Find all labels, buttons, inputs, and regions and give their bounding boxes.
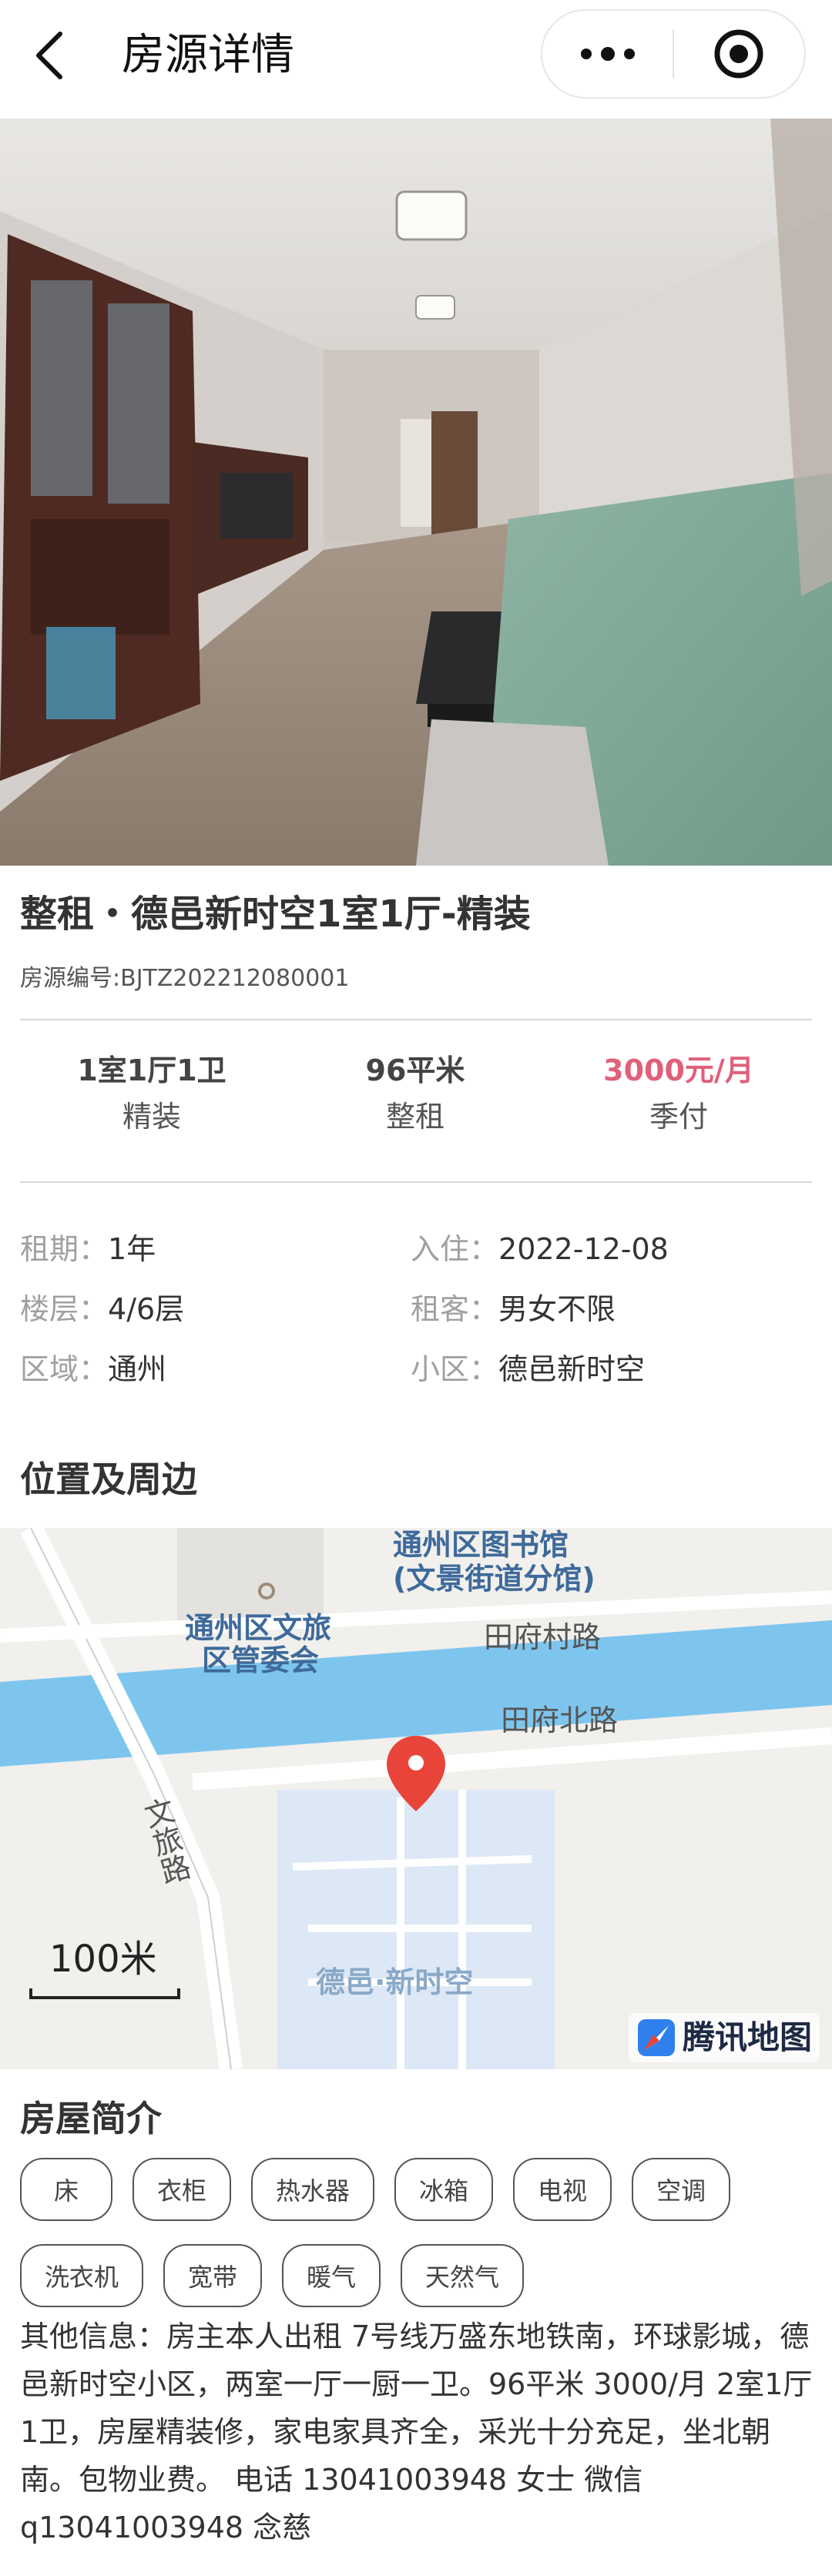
room-photo bbox=[0, 119, 832, 866]
amenity-tag: 热水器 bbox=[251, 2158, 375, 2221]
amenity-tags: 床衣柜 热水器 冰箱 电视 空调洗衣机 宽带 暖气 天然气 bbox=[20, 2158, 821, 2307]
listing-code-value: BJTZ202212080001 bbox=[120, 965, 350, 992]
stat-price-sub: 季付 bbox=[649, 1100, 708, 1134]
amenity-tag: 天然气 bbox=[401, 2244, 525, 2307]
amenity-tag: 衣柜 bbox=[133, 2158, 232, 2221]
info-floor-value: 4/6层 bbox=[108, 1292, 185, 1326]
listing-title: 整租・德邑新时空1室1厅-精装 bbox=[20, 893, 531, 936]
info-row: 租期： 1年 入住： 2022-12-08 bbox=[20, 1226, 812, 1286]
listing-code-label: 房源编号: bbox=[20, 965, 121, 992]
listing-code: 房源编号: BJTZ202212080001 bbox=[20, 960, 349, 997]
nav-header: 房源详情 bbox=[0, 0, 832, 119]
page-title: 房源详情 bbox=[122, 30, 294, 80]
info-row: 楼层： 4/6层 租客： 男女不限 bbox=[20, 1286, 812, 1346]
more-button[interactable] bbox=[542, 11, 673, 97]
map-label-bureau-1: 通州区文旅 bbox=[185, 1611, 332, 1645]
miniprogram-capsule bbox=[541, 9, 806, 99]
more-dots-icon bbox=[580, 47, 635, 61]
map-label-bureau-2: 区管委会 bbox=[202, 1643, 320, 1677]
info-area: 区域： 通州 bbox=[20, 1346, 409, 1406]
tencent-map-logo-icon bbox=[638, 2019, 675, 2056]
map-brand: 腾讯地图 bbox=[629, 2013, 820, 2062]
map-label-library: 通州区图书馆 bbox=[393, 1528, 569, 1562]
amenity-tag: 冰箱 bbox=[394, 2158, 494, 2221]
info-lease-value: 1年 bbox=[108, 1232, 156, 1266]
house-description: 其他信息：房主本人出租 7号线万盛东地铁南，环球影城，德邑新时空小区，两室一厅一… bbox=[20, 2320, 813, 2544]
key-stats: 1室1厅1卫 精装 96平米 整租 3000元/月 季付 bbox=[20, 1049, 812, 1157]
info-area-label: 区域： bbox=[20, 1352, 109, 1386]
divider bbox=[20, 1019, 812, 1020]
info-area-value: 通州 bbox=[108, 1352, 167, 1386]
info-row: 区域： 通州 小区： 德邑新时空 bbox=[20, 1346, 812, 1406]
info-movein-value: 2022-12-08 bbox=[498, 1232, 669, 1266]
map-label-community: 德邑·新时空 bbox=[316, 1965, 474, 1999]
map-scale-bar bbox=[29, 1988, 180, 1999]
target-close-icon bbox=[714, 29, 763, 79]
stat-layout-sub: 精装 bbox=[122, 1100, 181, 1134]
info-community-value: 德邑新时空 bbox=[498, 1352, 646, 1386]
info-tenant: 租客： 男女不限 bbox=[411, 1286, 800, 1346]
map-brand-text: 腾讯地图 bbox=[683, 2018, 813, 2056]
amenity-tag: 空调 bbox=[632, 2158, 731, 2221]
location-section-title: 位置及周边 bbox=[20, 1459, 197, 1500]
map-label-library-sub: (文景街道分馆) bbox=[393, 1562, 595, 1596]
info-movein-label: 入住： bbox=[411, 1232, 499, 1266]
stat-layout-value: 1室1厅1卫 bbox=[77, 1054, 226, 1087]
house-photo-carousel[interactable] bbox=[0, 119, 832, 866]
info-tenant-label: 租客： bbox=[411, 1292, 499, 1326]
stat-size: 96平米 整租 bbox=[283, 1049, 547, 1157]
map-road-tianfu-north: 田府北路 bbox=[501, 1703, 619, 1737]
close-miniprogram-button[interactable] bbox=[674, 11, 804, 97]
info-floor: 楼层： 4/6层 bbox=[20, 1286, 409, 1346]
stat-price: 3000元/月 季付 bbox=[547, 1049, 810, 1157]
stat-layout: 1室1厅1卫 精装 bbox=[20, 1049, 283, 1157]
amenity-tag: 洗衣机 bbox=[20, 2244, 144, 2307]
amenity-tag: 床 bbox=[20, 2158, 112, 2221]
chevron-left-icon bbox=[36, 32, 62, 79]
amenity-tag: 宽带 bbox=[163, 2244, 263, 2307]
amenity-tag: 暖气 bbox=[282, 2244, 381, 2307]
amenity-tag: 电视 bbox=[513, 2158, 612, 2221]
house-intro-title: 房屋简介 bbox=[20, 2098, 162, 2139]
info-lease: 租期： 1年 bbox=[20, 1226, 409, 1286]
info-tenant-value: 男女不限 bbox=[498, 1292, 616, 1326]
back-button[interactable] bbox=[34, 23, 88, 88]
info-movein: 入住： 2022-12-08 bbox=[411, 1226, 800, 1286]
divider bbox=[20, 1181, 812, 1183]
info-lease-label: 租期： bbox=[20, 1232, 109, 1266]
stat-price-value: 3000元/月 bbox=[603, 1054, 754, 1087]
info-community-label: 小区： bbox=[411, 1352, 499, 1386]
stat-size-sub: 整租 bbox=[385, 1100, 445, 1134]
map-road-tianfu-village: 田府村路 bbox=[484, 1620, 602, 1654]
info-grid: 租期： 1年 入住： 2022-12-08 楼层： 4/6层 租客： 男女不限 … bbox=[20, 1226, 812, 1406]
info-community: 小区： 德邑新时空 bbox=[411, 1346, 800, 1406]
stat-size-value: 96平米 bbox=[365, 1054, 465, 1087]
map-scale-label: 100米 bbox=[49, 1938, 157, 1981]
info-floor-label: 楼层： bbox=[20, 1292, 109, 1326]
